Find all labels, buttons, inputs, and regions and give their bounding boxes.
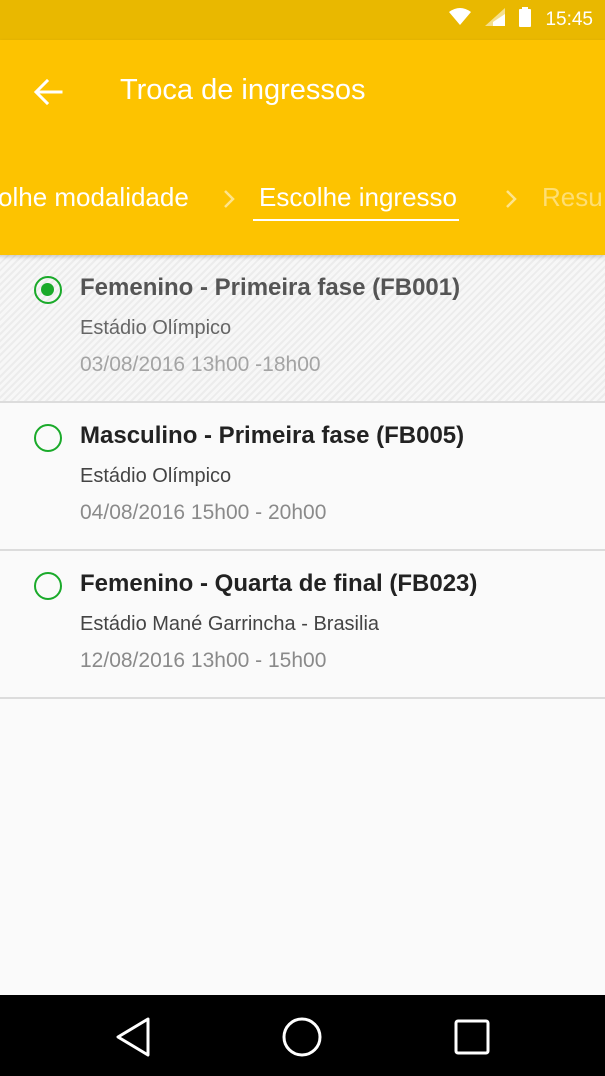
radio-unselected[interactable]: [34, 572, 62, 600]
ticket-time: 12/08/2016 13h00 - 15h00: [80, 649, 327, 672]
chevron-right-icon: [222, 188, 236, 215]
back-button[interactable]: [26, 70, 70, 114]
ticket-time: 03/08/2016 13h00 -18h00: [80, 353, 321, 376]
radio-selected[interactable]: [34, 276, 62, 304]
app-bar: Troca de ingressos olhe modalidade Escol…: [0, 40, 605, 255]
step-choose-ticket[interactable]: Escolhe ingresso: [253, 182, 459, 221]
ticket-time: 04/08/2016 15h00 - 20h00: [80, 501, 327, 524]
stepper: olhe modalidade Escolhe ingresso Resu: [0, 170, 605, 230]
status-bar: 15:45: [0, 0, 605, 40]
step-choose-modality[interactable]: olhe modalidade: [0, 182, 189, 213]
cell-signal-icon: [485, 8, 506, 32]
arrow-back-icon: [33, 78, 63, 106]
status-time: 15:45: [545, 9, 593, 30]
ticket-item[interactable]: Femenino - Quarta de final (FB023) Estád…: [0, 551, 605, 699]
ticket-title: Femenino - Quarta de final (FB023): [80, 570, 478, 597]
radio-dot: [41, 283, 54, 296]
ticket-list: Femenino - Primeira fase (FB001) Estádio…: [0, 255, 605, 699]
system-nav-bar: [0, 995, 605, 1076]
ticket-venue: Estádio Olímpico: [80, 465, 232, 487]
home-circle-icon[interactable]: [278, 1013, 326, 1061]
ticket-venue: Estádio Mané Garrincha - Brasilia: [80, 613, 380, 635]
back-triangle-icon[interactable]: [110, 1013, 158, 1061]
wifi-icon: [449, 8, 472, 32]
battery-icon: [519, 7, 532, 33]
chevron-right-icon: [504, 188, 518, 215]
ticket-item[interactable]: Masculino - Primeira fase (FB005) Estádi…: [0, 403, 605, 551]
ticket-venue: Estádio Olímpico: [80, 317, 232, 339]
ticket-item[interactable]: Femenino - Primeira fase (FB001) Estádio…: [0, 255, 605, 403]
step-summary[interactable]: Resu: [542, 182, 603, 213]
ticket-title: Masculino - Primeira fase (FB005): [80, 422, 465, 449]
page-title: Troca de ingressos: [120, 74, 366, 106]
recents-square-icon[interactable]: [448, 1013, 496, 1061]
radio-unselected[interactable]: [34, 424, 62, 452]
ticket-title: Femenino - Primeira fase (FB001): [80, 274, 461, 301]
